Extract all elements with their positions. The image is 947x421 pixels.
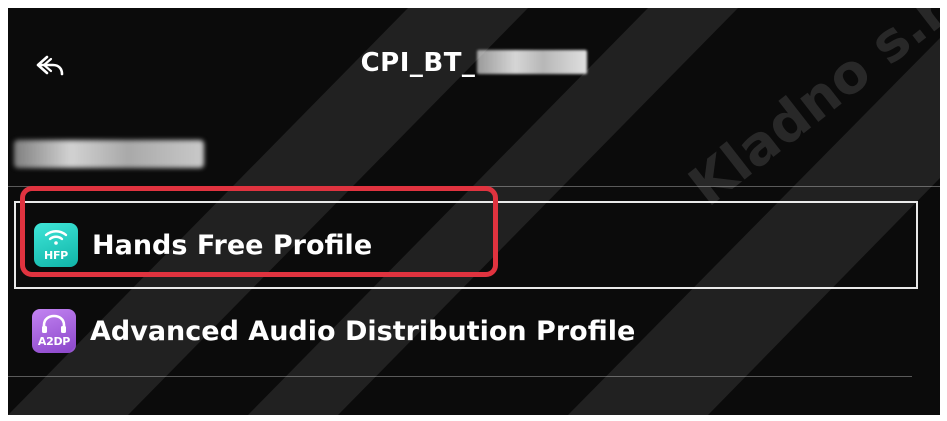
profile-row-hfp[interactable]: HFP Hands Free Profile	[14, 201, 918, 289]
car-screen: CPI_BT_ HFP Hands Free Profile A2DP Adva…	[8, 8, 940, 415]
profile-row-a2dp[interactable]: A2DP Advanced Audio Distribution Profile	[14, 292, 918, 370]
profile-label-hfp: Hands Free Profile	[92, 229, 373, 261]
redaction-blur	[14, 140, 204, 168]
title-redacted-suffix	[477, 50, 588, 74]
title-text: CPI_BT_	[360, 48, 476, 78]
divider-bottom	[8, 376, 912, 377]
a2dp-icon-text: A2DP	[37, 335, 71, 348]
divider-top	[8, 186, 940, 187]
header-bar: CPI_BT_	[8, 30, 940, 100]
a2dp-icon: A2DP	[32, 309, 76, 353]
profile-label-a2dp: Advanced Audio Distribution Profile	[90, 315, 636, 347]
wifi-signal-icon	[44, 230, 68, 245]
hfp-icon-text: HFP	[44, 249, 68, 262]
hfp-icon: HFP	[34, 223, 78, 267]
headphones-icon	[42, 314, 66, 333]
device-name-redacted	[14, 140, 204, 168]
page-title: CPI_BT_	[8, 48, 940, 78]
